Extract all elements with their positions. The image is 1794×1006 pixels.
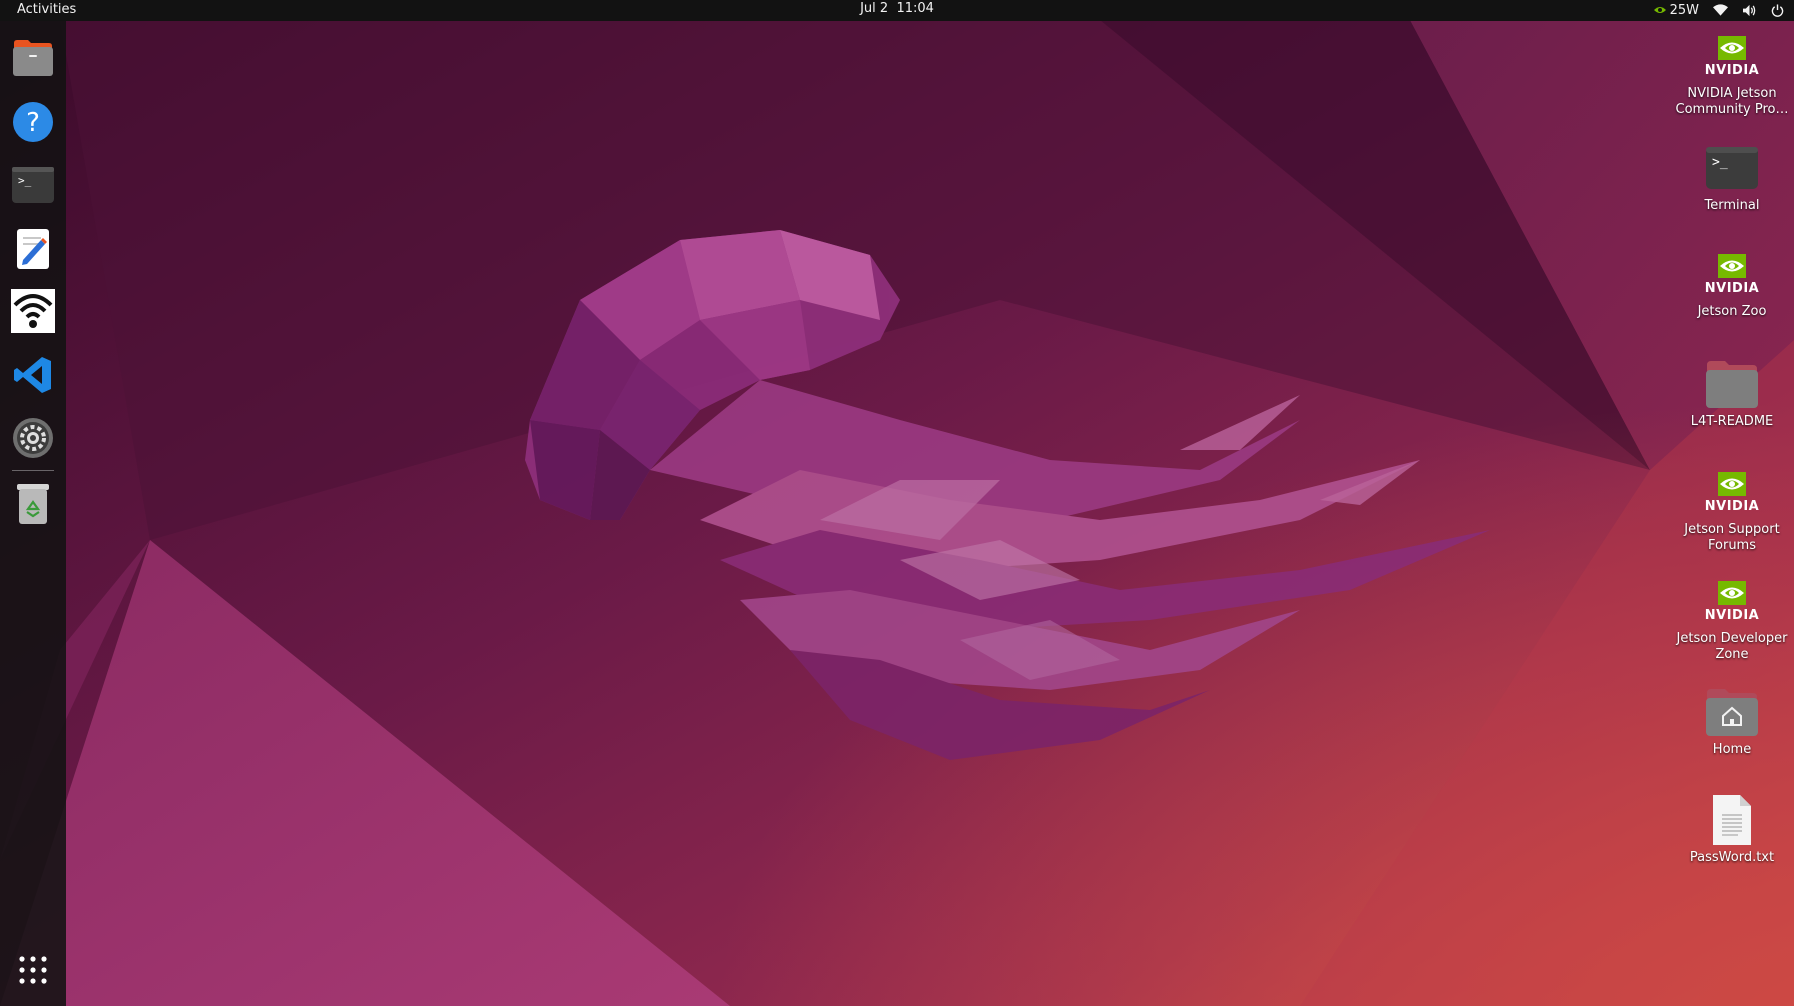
- nvidia-logo-icon: NVIDIA: [1704, 573, 1760, 629]
- nvidia-wordmark: NVIDIA: [1704, 607, 1760, 623]
- dock-item-terminal[interactable]: >_: [11, 163, 55, 207]
- nvidia-power-mode-icon: [1653, 7, 1666, 13]
- svg-text:?: ?: [26, 108, 40, 138]
- home-folder-icon: [1706, 689, 1758, 736]
- folder-icon: [13, 40, 53, 76]
- desktop-icon-label: Jetson Zoo: [1697, 304, 1767, 319]
- activities-button[interactable]: Activities: [17, 0, 76, 19]
- svg-text:>_: >_: [18, 174, 32, 187]
- desktop-icon-label: Jetson Support Forums: [1684, 522, 1780, 553]
- nvidia-logo-icon: NVIDIA: [1704, 464, 1760, 520]
- power-mode-label: 25W: [1669, 2, 1699, 18]
- desktop-icon-jetson-support-forums[interactable]: NVIDIA Jetson Support Forums: [1674, 464, 1790, 554]
- folder-icon: [1706, 361, 1758, 408]
- dock-separator: [12, 470, 54, 471]
- power-mode-indicator[interactable]: 25W: [1653, 3, 1699, 18]
- dock-item-text-editor[interactable]: [11, 227, 55, 271]
- dock-item-settings[interactable]: [11, 416, 55, 460]
- nvidia-eye-icon: [1718, 35, 1746, 60]
- dock: ? >_: [0, 21, 66, 1006]
- trash-icon: [17, 484, 49, 524]
- help-icon: ?: [13, 102, 53, 142]
- wifi-icon[interactable]: [1713, 4, 1728, 16]
- nvidia-wordmark: NVIDIA: [1704, 62, 1760, 78]
- system-tray[interactable]: 25W: [1653, 0, 1784, 20]
- power-icon[interactable]: [1771, 3, 1784, 17]
- desktop-icon-label: Home: [1712, 742, 1752, 757]
- desktop-icon-label: NVIDIA Jetson Community Pro…: [1675, 86, 1789, 117]
- nvidia-wordmark: NVIDIA: [1704, 280, 1760, 296]
- desktop-icon-jetson-developer-zone[interactable]: NVIDIA Jetson Developer Zone: [1674, 573, 1790, 663]
- app-grid-icon: [19, 956, 47, 984]
- wifi-icon: [11, 289, 55, 333]
- dock-item-wifi-settings[interactable]: [11, 289, 55, 333]
- terminal-icon: >_: [1706, 147, 1758, 189]
- nvidia-eye-icon: [1718, 580, 1746, 605]
- nvidia-eye-icon: [1718, 471, 1746, 496]
- nvidia-logo-icon: NVIDIA: [1704, 28, 1760, 84]
- show-applications-button[interactable]: [11, 948, 55, 992]
- dock-item-help[interactable]: ?: [11, 100, 55, 144]
- desktop-icon-terminal[interactable]: >_ Terminal: [1674, 140, 1790, 214]
- desktop-wallpaper: [0, 0, 1794, 1006]
- dock-item-trash[interactable]: [11, 482, 55, 526]
- desktop-icon-label: Terminal: [1704, 198, 1760, 213]
- desktop-icon-label: PassWord.txt: [1689, 850, 1775, 865]
- desktop-icon-jetson-zoo[interactable]: NVIDIA Jetson Zoo: [1674, 246, 1790, 320]
- top-bar: Activities Jul 2 11:04 25W: [0, 0, 1794, 21]
- nvidia-wordmark: NVIDIA: [1704, 498, 1760, 514]
- svg-text:>_: >_: [1712, 155, 1728, 170]
- nvidia-eye-icon: [1718, 253, 1746, 278]
- clock[interactable]: Jul 2 11:04: [860, 0, 934, 18]
- desktop-icon-l4t-readme[interactable]: L4T-README: [1674, 356, 1790, 430]
- dock-item-files[interactable]: [11, 36, 55, 80]
- dock-item-vscode[interactable]: [11, 353, 55, 397]
- desktop-icon-label: L4T-README: [1690, 414, 1774, 429]
- terminal-icon: >_: [12, 167, 54, 203]
- desktop-icon-home[interactable]: Home: [1674, 684, 1790, 758]
- volume-icon[interactable]: [1742, 4, 1757, 17]
- desktop-icon-nvidia-jetson-community[interactable]: NVIDIA NVIDIA Jetson Community Pro…: [1674, 28, 1790, 118]
- gear-icon: [13, 418, 53, 458]
- desktop-icon-password-txt[interactable]: PassWord.txt: [1674, 792, 1790, 866]
- nvidia-logo-icon: NVIDIA: [1704, 246, 1760, 302]
- text-editor-icon: [17, 229, 49, 269]
- vscode-icon: [14, 357, 51, 393]
- desktop-icon-label: Jetson Developer Zone: [1676, 631, 1788, 662]
- text-file-icon: [1713, 795, 1751, 845]
